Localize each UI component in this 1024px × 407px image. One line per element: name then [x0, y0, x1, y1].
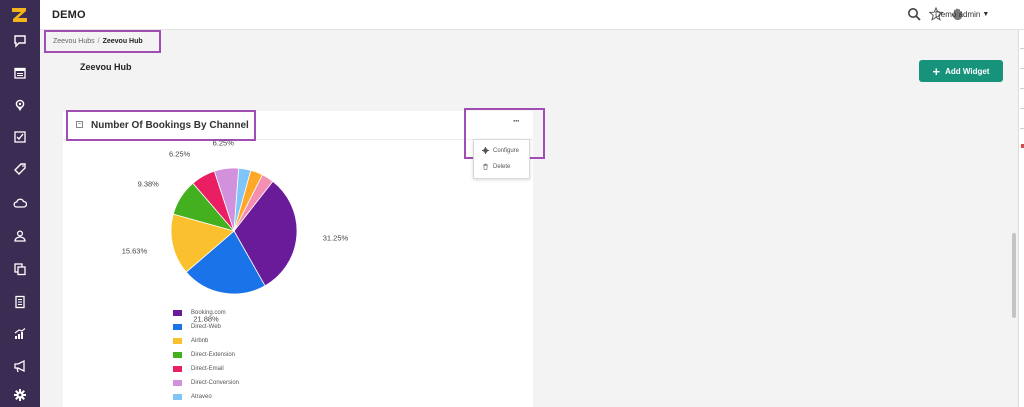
configure-menu-item[interactable]: Configure: [482, 147, 519, 154]
tag-icon[interactable]: [13, 162, 27, 176]
chevron-down-icon: ▼: [982, 11, 990, 18]
search-icon[interactable]: [907, 7, 921, 21]
delete-menu-item[interactable]: Delete: [482, 163, 510, 170]
megaphone-icon[interactable]: [13, 359, 27, 373]
user-name: Demo admin: [935, 10, 981, 19]
legend-label: Booking.com: [191, 310, 226, 316]
calendar-icon[interactable]: [13, 66, 27, 80]
location-icon[interactable]: [13, 98, 27, 112]
breadcrumb: Zeevou Hubs / Zeevou Hub: [44, 30, 161, 53]
owner-icon[interactable]: [13, 229, 27, 243]
legend-label: Direct-Web: [191, 324, 221, 330]
zeevou-logo[interactable]: [10, 6, 30, 24]
gear-icon: [482, 147, 489, 154]
trash-icon: [483, 163, 488, 170]
legend-swatch: [173, 338, 182, 344]
sidebar: [0, 0, 40, 407]
widget-title: Number Of Bookings By Channel: [91, 120, 249, 131]
add-widget-label: Add Widget: [945, 66, 990, 76]
breadcrumb-current: Zeevou Hub: [102, 38, 143, 45]
breadcrumb-separator: /: [97, 38, 100, 45]
legend-item[interactable]: Booking.com: [173, 310, 226, 316]
user-menu[interactable]: Demo admin ▼: [935, 10, 989, 19]
breadcrumb-parent-link[interactable]: Zeevou Hubs: [53, 38, 95, 45]
analytics-icon[interactable]: [13, 327, 27, 341]
legend-item[interactable]: Direct-Extension: [173, 352, 235, 358]
legend-item[interactable]: Direct-Conversion: [173, 380, 239, 386]
configure-label: Configure: [493, 147, 520, 154]
legend-item[interactable]: Direct-Web: [173, 324, 221, 330]
right-panel-strip: [1018, 30, 1024, 407]
collapse-icon[interactable]: −: [76, 121, 83, 128]
settings-icon[interactable]: [13, 388, 27, 402]
add-widget-button[interactable]: + Add Widget: [919, 60, 1003, 82]
legend-swatch: [173, 352, 182, 358]
invoice-icon[interactable]: [13, 295, 27, 309]
legend-swatch: [173, 366, 182, 372]
legend-item[interactable]: Airbnb: [173, 338, 208, 344]
legend-label: Atraveo: [191, 394, 212, 400]
legend-label: Direct-Extension: [191, 352, 236, 358]
app-title: DEMO: [52, 9, 86, 21]
legend-swatch: [173, 310, 182, 316]
legend-label: Direct-Conversion: [191, 380, 240, 386]
more-options-button[interactable]: ···: [513, 116, 520, 126]
plus-icon: +: [932, 63, 941, 79]
bookings-widget: [63, 111, 533, 407]
widget-dropdown-menu: Configure Delete: [473, 139, 530, 179]
legend-swatch: [173, 324, 182, 330]
scrollbar-thumb[interactable]: [1012, 233, 1016, 318]
checklist-icon[interactable]: [13, 130, 27, 144]
legend-swatch: [173, 394, 182, 400]
page-title: Zeevou Hub: [80, 62, 132, 72]
legend-label: Direct-Email: [191, 366, 224, 372]
top-bar: DEMO: [40, 0, 1024, 30]
documents-icon[interactable]: [13, 262, 27, 276]
chat-icon[interactable]: [13, 34, 27, 48]
delete-label: Delete: [493, 163, 511, 170]
cloud-icon[interactable]: [13, 196, 27, 210]
legend-item[interactable]: Atraveo: [173, 394, 212, 400]
legend-swatch: [173, 380, 182, 386]
legend-label: Airbnb: [191, 338, 209, 344]
legend-item[interactable]: Direct-Email: [173, 366, 224, 372]
